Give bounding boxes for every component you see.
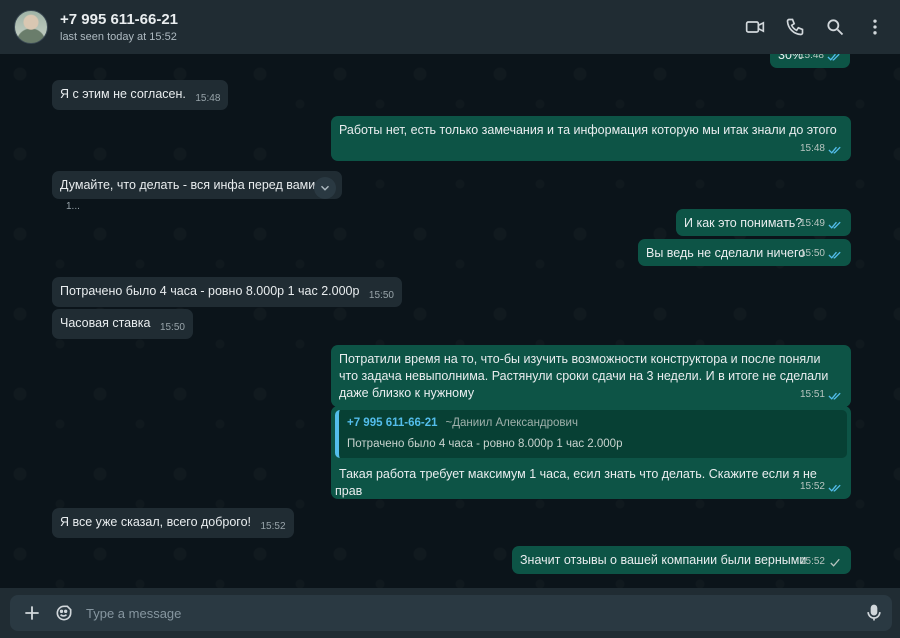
message-incoming[interactable]: Думайте, что делать - вся инфа перед вам…	[52, 171, 342, 212]
chat-header: +7 995 611-66-21 last seen today at 15:5…	[0, 0, 900, 54]
contact-avatar[interactable]	[14, 10, 48, 44]
message-time: 15:48	[195, 93, 221, 104]
message-meta: 15:51	[800, 386, 843, 403]
message-meta: 15:48	[800, 140, 843, 157]
message-outgoing[interactable]: Потратили время на то, что-бы изучить во…	[331, 345, 851, 407]
composer-bar	[0, 588, 900, 638]
message-outgoing[interactable]: Значит отзывы о вашей компании были верн…	[512, 546, 851, 574]
message-text: Такая работа требует максимум 1 часа, ес…	[335, 467, 817, 498]
message-meta: 15:52	[800, 478, 843, 495]
plus-icon[interactable]	[20, 601, 44, 625]
emoji-sticker-icon[interactable]	[52, 601, 76, 625]
menu-icon[interactable]	[864, 16, 886, 38]
message-time: 15:52	[799, 481, 825, 492]
header-actions	[744, 0, 886, 54]
message-incoming[interactable]: Я все уже сказал, всего доброго! 15:52	[52, 508, 294, 538]
message-outgoing[interactable]: И как это понимать? 15:49	[676, 209, 851, 236]
read-ticks-icon	[828, 249, 843, 259]
message-text: Я все уже сказал, всего доброго!	[60, 515, 252, 529]
message-text: Вы ведь не сделали ничего	[646, 246, 806, 260]
message-incoming[interactable]: Потрачено было 4 часа - ровно 8.000р 1 ч…	[52, 277, 402, 307]
composer	[10, 595, 892, 631]
video-call-icon[interactable]	[744, 16, 766, 38]
message-time: 1...	[66, 201, 80, 212]
chevron-down-icon[interactable]	[314, 177, 336, 199]
sent-tick-icon	[828, 557, 843, 567]
message-time: 15:50	[368, 290, 394, 301]
message-time: 15:50	[159, 322, 185, 333]
message-time: 15:52	[799, 556, 825, 567]
quoted-message[interactable]: +7 995 611-66-21 ~Даниил Александрович П…	[335, 410, 847, 458]
message-time: 15:51	[799, 389, 825, 400]
read-ticks-icon	[828, 482, 843, 492]
message-text: Думайте, что делать - вся инфа перед вам…	[60, 178, 319, 192]
quoted-text: Потрачено было 4 часа - ровно 8.000р 1 ч…	[347, 438, 623, 450]
message-meta: 15:50	[800, 245, 843, 262]
message-outgoing[interactable]: Работы нет, есть только замечания и та и…	[331, 116, 851, 161]
voice-call-icon[interactable]	[784, 16, 806, 38]
search-icon[interactable]	[824, 16, 846, 38]
message-text: Часовая ставка	[60, 316, 151, 330]
message-text: И как это понимать?	[684, 216, 803, 230]
read-ticks-icon	[827, 54, 842, 61]
message-meta: 15:49	[800, 215, 843, 232]
read-ticks-icon	[828, 390, 843, 400]
message-outgoing-reply[interactable]: +7 995 611-66-21 ~Даниил Александрович П…	[331, 406, 851, 499]
read-ticks-icon	[828, 219, 843, 229]
message-time: 15:49	[799, 218, 825, 229]
microphone-icon[interactable]	[862, 601, 886, 625]
message-outgoing[interactable]: 30% 15:48	[770, 54, 850, 68]
message-time: 15:50	[799, 248, 825, 259]
message-meta: 15:52	[800, 553, 843, 570]
contact-status: last seen today at 15:52	[60, 31, 177, 43]
message-text: Я с этим не согласен.	[60, 87, 186, 101]
read-ticks-icon	[828, 144, 843, 154]
contact-name[interactable]: +7 995 611-66-21	[60, 11, 178, 28]
contact-info[interactable]: +7 995 611-66-21 last seen today at 15:5…	[60, 11, 178, 43]
message-text: Потратили время на то, что-бы изучить во…	[339, 352, 829, 400]
message-text: Работы нет, есть только замечания и та и…	[339, 123, 837, 137]
message-list[interactable]: 30% 15:48 Я с этим не согласен. 15:48 Ра…	[0, 54, 900, 588]
message-incoming[interactable]: Я с этим не согласен. 15:48	[52, 80, 229, 110]
message-outgoing[interactable]: Вы ведь не сделали ничего 15:50	[638, 239, 851, 266]
message-text: Потрачено было 4 часа - ровно 8.000р 1 ч…	[60, 284, 360, 298]
message-time: 15:52	[260, 521, 286, 532]
message-text: Значит отзывы о вашей компании были верн…	[520, 553, 807, 567]
quoted-sender-name: ~Даниил Александрович	[445, 417, 578, 429]
message-time: 15:48	[798, 54, 824, 61]
message-meta: 15:48	[799, 54, 842, 64]
message-time: 15:48	[799, 143, 825, 154]
quoted-sender-phone: +7 995 611-66-21	[347, 417, 438, 429]
message-incoming[interactable]: Часовая ставка 15:50	[52, 309, 193, 339]
message-input[interactable]	[86, 595, 846, 631]
